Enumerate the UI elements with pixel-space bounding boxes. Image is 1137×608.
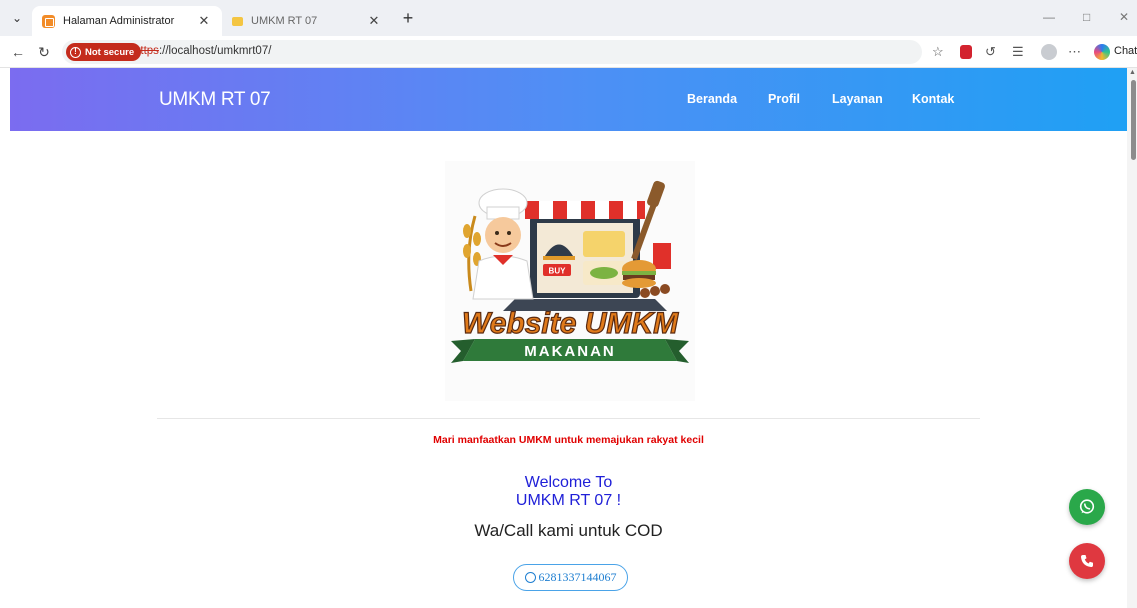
scroll-up-icon[interactable]: ▲ bbox=[1129, 69, 1136, 76]
content-divider bbox=[157, 418, 980, 419]
browser-essentials-icon[interactable]: ↺ bbox=[985, 44, 996, 60]
phone-number: 6281337144067 bbox=[538, 570, 617, 584]
whatsapp-number-button[interactable]: 6281337144067 bbox=[513, 564, 628, 591]
welcome-line-1: Welcome To bbox=[524, 474, 613, 491]
profile-avatar[interactable] bbox=[1041, 44, 1057, 60]
minimize-icon[interactable]: — bbox=[1043, 10, 1055, 24]
favorites-list-icon[interactable]: ☰ bbox=[1012, 44, 1024, 60]
nav-kontak[interactable]: Kontak bbox=[912, 92, 954, 106]
new-tab-icon[interactable]: + bbox=[398, 9, 418, 27]
whatsapp-icon bbox=[1079, 499, 1095, 514]
tab-title: Halaman Administrator bbox=[63, 15, 175, 27]
whatsapp-icon bbox=[524, 572, 536, 583]
page-scrollbar-thumb[interactable] bbox=[1131, 80, 1136, 160]
restore-icon[interactable]: □ bbox=[1083, 10, 1090, 24]
tagline-text: Mari manfaatkan UMKM untuk memajukan rak… bbox=[433, 434, 704, 446]
warning-icon: ! bbox=[70, 46, 81, 58]
nav-layanan[interactable]: Layanan bbox=[832, 92, 883, 106]
buy-label: BUY bbox=[549, 267, 567, 276]
call-float-button[interactable] bbox=[1069, 543, 1105, 579]
url-text: https://localhost/umkmrt07/ bbox=[134, 45, 271, 57]
phone-icon bbox=[1081, 555, 1093, 567]
url-scheme: https bbox=[134, 45, 159, 57]
tab-umkm-rt-07[interactable]: UMKM RT 07 ✕ bbox=[222, 6, 392, 36]
favorite-star-icon[interactable]: ☆ bbox=[932, 44, 944, 60]
url-field[interactable]: ! Not secure https://localhost/umkmrt07/ bbox=[62, 40, 922, 64]
cod-text: Wa/Call kami untuk COD bbox=[474, 521, 663, 540]
browser-tab-bar: ⌄ Halaman Administrator ✕ UMKM RT 07 ✕ +… bbox=[0, 0, 1137, 36]
extension-icon[interactable] bbox=[960, 45, 972, 59]
nav-profil[interactable]: Profil bbox=[768, 92, 800, 106]
logo-title-text: Website UMKM bbox=[462, 307, 679, 340]
url-path: ://localhost/umkmrt07/ bbox=[158, 45, 272, 57]
close-window-icon[interactable]: ✕ bbox=[1119, 10, 1129, 24]
tab-title: UMKM RT 07 bbox=[251, 15, 318, 27]
nav-beranda[interactable]: Beranda bbox=[687, 92, 737, 106]
tab-actions-menu-icon[interactable]: ⌄ bbox=[6, 8, 28, 28]
site-navbar: UMKM RT 07 Beranda Profil Layanan Kontak bbox=[10, 68, 1127, 131]
not-secure-badge[interactable]: ! Not secure bbox=[66, 43, 142, 61]
welcome-line-2: UMKM RT 07 ! bbox=[515, 492, 622, 509]
logo-banner-text: MAKANAN bbox=[524, 343, 616, 360]
chat-label[interactable]: Chat bbox=[1114, 45, 1137, 57]
back-icon[interactable]: ← bbox=[10, 44, 26, 60]
security-label: Not secure bbox=[85, 46, 135, 58]
refresh-icon[interactable]: ↻ bbox=[36, 44, 52, 60]
tab-close-icon[interactable]: ✕ bbox=[196, 13, 212, 29]
admin-favicon-icon bbox=[42, 14, 55, 28]
umkm-favicon-icon bbox=[232, 16, 243, 26]
copilot-icon[interactable] bbox=[1094, 44, 1110, 60]
more-options-icon[interactable]: ⋯ bbox=[1068, 44, 1081, 60]
tab-close-icon[interactable]: ✕ bbox=[366, 13, 382, 29]
umkm-logo: BUY MAKANAN Website UMKM bbox=[445, 161, 695, 401]
welcome-heading: Welcome To UMKM RT 07 ! bbox=[0, 474, 1137, 510]
tab-halaman-administrator[interactable]: Halaman Administrator ✕ bbox=[32, 6, 222, 36]
whatsapp-float-button[interactable] bbox=[1069, 489, 1105, 525]
address-bar: ← ↻ ! Not secure https://localhost/umkmr… bbox=[0, 36, 1137, 68]
site-brand[interactable]: UMKM RT 07 bbox=[159, 89, 271, 111]
